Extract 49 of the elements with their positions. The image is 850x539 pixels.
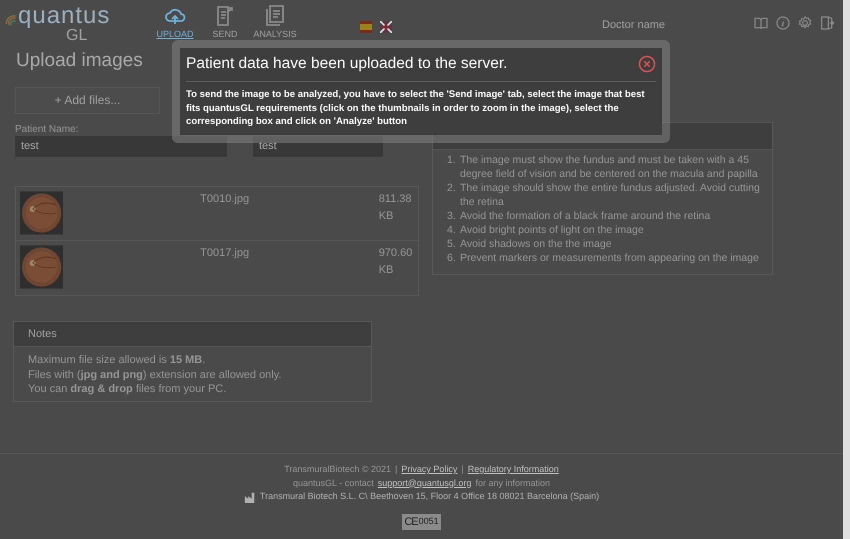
requirement-item: Prevent markers or measurements from appearing on the image [460,252,759,266]
requirement-item: Avoid the formation of a black frame around the retina [460,210,710,224]
contact-text: for any information [475,476,550,490]
requirement-item: The image must show the fundus and must be taken with a 45 degree field of vision and be centered on the macula and papilla [460,154,759,182]
contact-text: quantusGL - contact [293,476,374,490]
email-link[interactable]: support@quantusgl.org [378,476,472,490]
list-number: 6. [447,252,457,266]
logo-subtitle: GL [66,28,88,44]
list-number: 2. [447,182,457,196]
documents-icon [263,4,287,28]
footer-link[interactable]: Privacy Policy [401,463,458,476]
logout-button[interactable] [819,15,835,32]
factory-icon [244,490,256,503]
list-number: 4. [447,224,457,238]
requirement-item: The image should show the entire fundus adjusted. Avoid cutting the retina [460,182,761,210]
language-button[interactable] [380,19,392,36]
copyright-text: TransmuralBiotech © 2021 [284,463,392,476]
address-text: Transmural Biotech S.L. C\ Beethoven 15, Floor 4 Office 18 08021 Barcelona (Spain) [260,490,600,503]
note-text: Files with (jpg and png) extension are allowed only. [28,368,282,382]
modal-title: Patient data have been uploaded to the server. [186,54,508,74]
page-title: Upload images [16,50,143,73]
info-button[interactable] [775,15,791,32]
separator: | [395,463,398,476]
separator: | [461,463,464,476]
file-name: T0017.jpg [200,246,250,261]
note-text: You can drag & drop files from your PC. [28,382,228,398]
requirement-item: Avoid shadows on the the image [460,238,612,252]
logo-text: quantus [18,4,110,28]
ce-mark: CE0051 [402,514,441,530]
file-size: 811.38 KB [378,192,413,224]
add-files-button[interactable]: + Add files... [15,86,160,114]
scrollbar[interactable] [843,0,850,539]
note-text: Maximum file size allowed is 15 MB. [28,352,206,368]
book-button[interactable] [753,15,769,32]
list-number: 3. [447,210,457,224]
nav-tab[interactable]: ANALYSIS [250,4,300,42]
file-size: 970.60 KB [378,246,414,278]
list-number: 5. [447,238,457,252]
requirement-item: Avoid bright points of light on the image [460,224,644,238]
file-name: T0010.jpg [200,192,250,207]
text-field[interactable]: test [15,136,227,157]
list-number: 1. [447,154,457,168]
logo-mark-icon [4,12,18,28]
footer-link[interactable]: Regulatory Information [468,463,559,476]
nav-tab[interactable]: SEND [200,4,250,42]
doctor-name: Doctor name [602,18,665,33]
nav-tab[interactable]: UPLOAD [150,4,200,42]
notes-title: Notes [14,322,371,347]
modal-message: To send the image to be analyzed, you have to select the 'Send image' tab, select the image that best fits quantusGL requirements (click on the thumbnails in order to zoom in the image), select the corresponding box and click on 'Analyze' button [186,88,646,129]
